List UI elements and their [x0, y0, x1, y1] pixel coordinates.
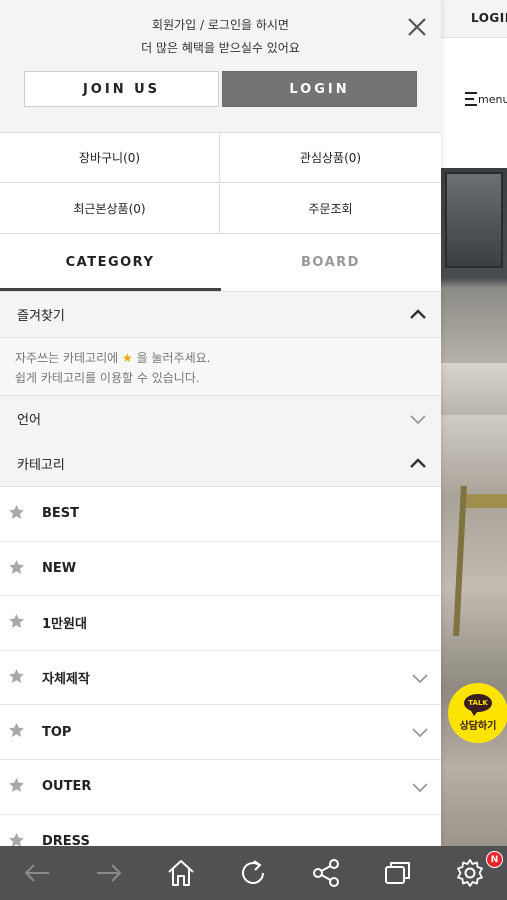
favorite-star-icon[interactable] [8, 613, 25, 630]
favorite-star-icon[interactable] [8, 832, 25, 846]
language-section-header[interactable]: 언어 [0, 396, 441, 442]
cart-link[interactable]: 장바구니(0) [0, 133, 220, 183]
favorite-star-icon[interactable] [8, 777, 25, 794]
language-title: 언어 [17, 413, 41, 428]
join-us-button[interactable]: JOIN US [24, 71, 219, 107]
category-label: NEW [42, 560, 77, 576]
favorites-title: 즐겨찾기 [17, 309, 65, 324]
login-button[interactable]: LOGIN [222, 71, 417, 107]
photo-stool [461, 494, 507, 508]
recent-viewed-link[interactable]: 최근본상품(0) [0, 184, 220, 234]
forward-icon[interactable] [92, 856, 126, 890]
category-section-header[interactable]: 카테고리 [0, 441, 441, 487]
favorite-star-icon[interactable] [8, 559, 25, 576]
chevron-up-icon [410, 458, 426, 468]
category-item[interactable]: NEW [0, 542, 441, 597]
category-item[interactable]: 자체제작 [0, 651, 441, 706]
category-item[interactable]: 1만원대 [0, 596, 441, 651]
menu-label: menu [478, 93, 507, 106]
tab-category[interactable]: CATEGORY [0, 236, 220, 289]
refresh-icon[interactable] [236, 856, 270, 890]
kakao-talk-consult-button[interactable]: TALK 상담하기 [448, 683, 507, 743]
quick-links: 장바구니(0) 관심상품(0) 최근본상품(0) 주문조회 [0, 133, 441, 235]
star-icon: ★ [122, 351, 133, 365]
category-item[interactable]: BEST [0, 487, 441, 542]
order-lookup-link[interactable]: 주문조회 [220, 184, 441, 234]
notification-badge: N [486, 851, 503, 868]
favorite-star-icon[interactable] [8, 668, 25, 685]
talk-label: 상담하기 [459, 721, 497, 732]
chevron-down-icon[interactable] [411, 669, 429, 687]
chevron-down-icon[interactable] [411, 723, 429, 741]
back-icon[interactable] [20, 856, 54, 890]
favorite-star-icon[interactable] [8, 722, 25, 739]
chevron-up-icon [410, 309, 426, 319]
favorites-help: 자주쓰는 카테고리에 ★ 을 눌러주세요. 쉽게 카테고리를 이용할 수 있습니… [0, 338, 441, 396]
background-page: LOGIN menu [441, 0, 507, 900]
category-label: BEST [42, 506, 80, 522]
background-login-link[interactable]: LOGIN [471, 11, 507, 25]
hamburger-icon [465, 92, 477, 106]
share-icon[interactable] [309, 856, 343, 890]
wishlist-link[interactable]: 관심상품(0) [220, 133, 441, 183]
photo-stool-leg [453, 486, 467, 636]
category-item[interactable]: DRESS [0, 815, 441, 846]
side-drawer: 회원가입 / 로그인을 하시면 더 많은 혜택을 받으실수 있어요 JOIN U… [0, 0, 441, 846]
tab-board[interactable]: BOARD [220, 236, 441, 289]
favorite-star-icon[interactable] [8, 504, 25, 521]
browser-bottom-bar [0, 846, 507, 900]
hamburger-menu-button[interactable]: menu [465, 92, 507, 106]
category-label: DRESS [42, 833, 90, 846]
home-icon[interactable] [164, 856, 198, 890]
active-tab-indicator [0, 288, 221, 291]
category-list: BEST NEW 1만원대자체제작 TOP OUTER DRESS [0, 487, 441, 846]
chevron-down-icon [410, 415, 426, 425]
photo-window [445, 172, 503, 268]
hero-photo [441, 168, 507, 846]
login-header: 회원가입 / 로그인을 하시면 더 많은 혜택을 받으실수 있어요 JOIN U… [0, 0, 441, 133]
favorites-help-line1: 자주쓰는 카테고리에 ★ 을 눌러주세요. [15, 351, 211, 365]
drawer-tabs: CATEGORY BOARD [0, 236, 441, 292]
category-label: TOP [42, 724, 72, 740]
photo-table [441, 363, 507, 415]
category-label: OUTER [42, 779, 92, 795]
background-top-bar: LOGIN [441, 0, 507, 38]
tabs-icon[interactable] [381, 856, 415, 890]
talk-bubble-icon: TALK [464, 694, 492, 716]
category-title: 카테고리 [17, 458, 65, 473]
login-message-line2: 더 많은 혜택을 받으실수 있어요 [141, 41, 300, 55]
settings-icon[interactable] [453, 856, 487, 890]
favorites-help-line2: 쉽게 카테고리를 이용할 수 있습니다. [15, 371, 200, 385]
category-label: 자체제작 [42, 672, 90, 688]
chevron-down-icon[interactable] [411, 778, 429, 796]
close-icon[interactable] [405, 15, 429, 39]
favorites-section-header[interactable]: 즐겨찾기 [0, 292, 441, 338]
category-item[interactable]: TOP [0, 705, 441, 760]
category-label: 1만원대 [42, 617, 87, 633]
login-message-line1: 회원가입 / 로그인을 하시면 [152, 18, 289, 32]
category-item[interactable]: OUTER [0, 760, 441, 815]
